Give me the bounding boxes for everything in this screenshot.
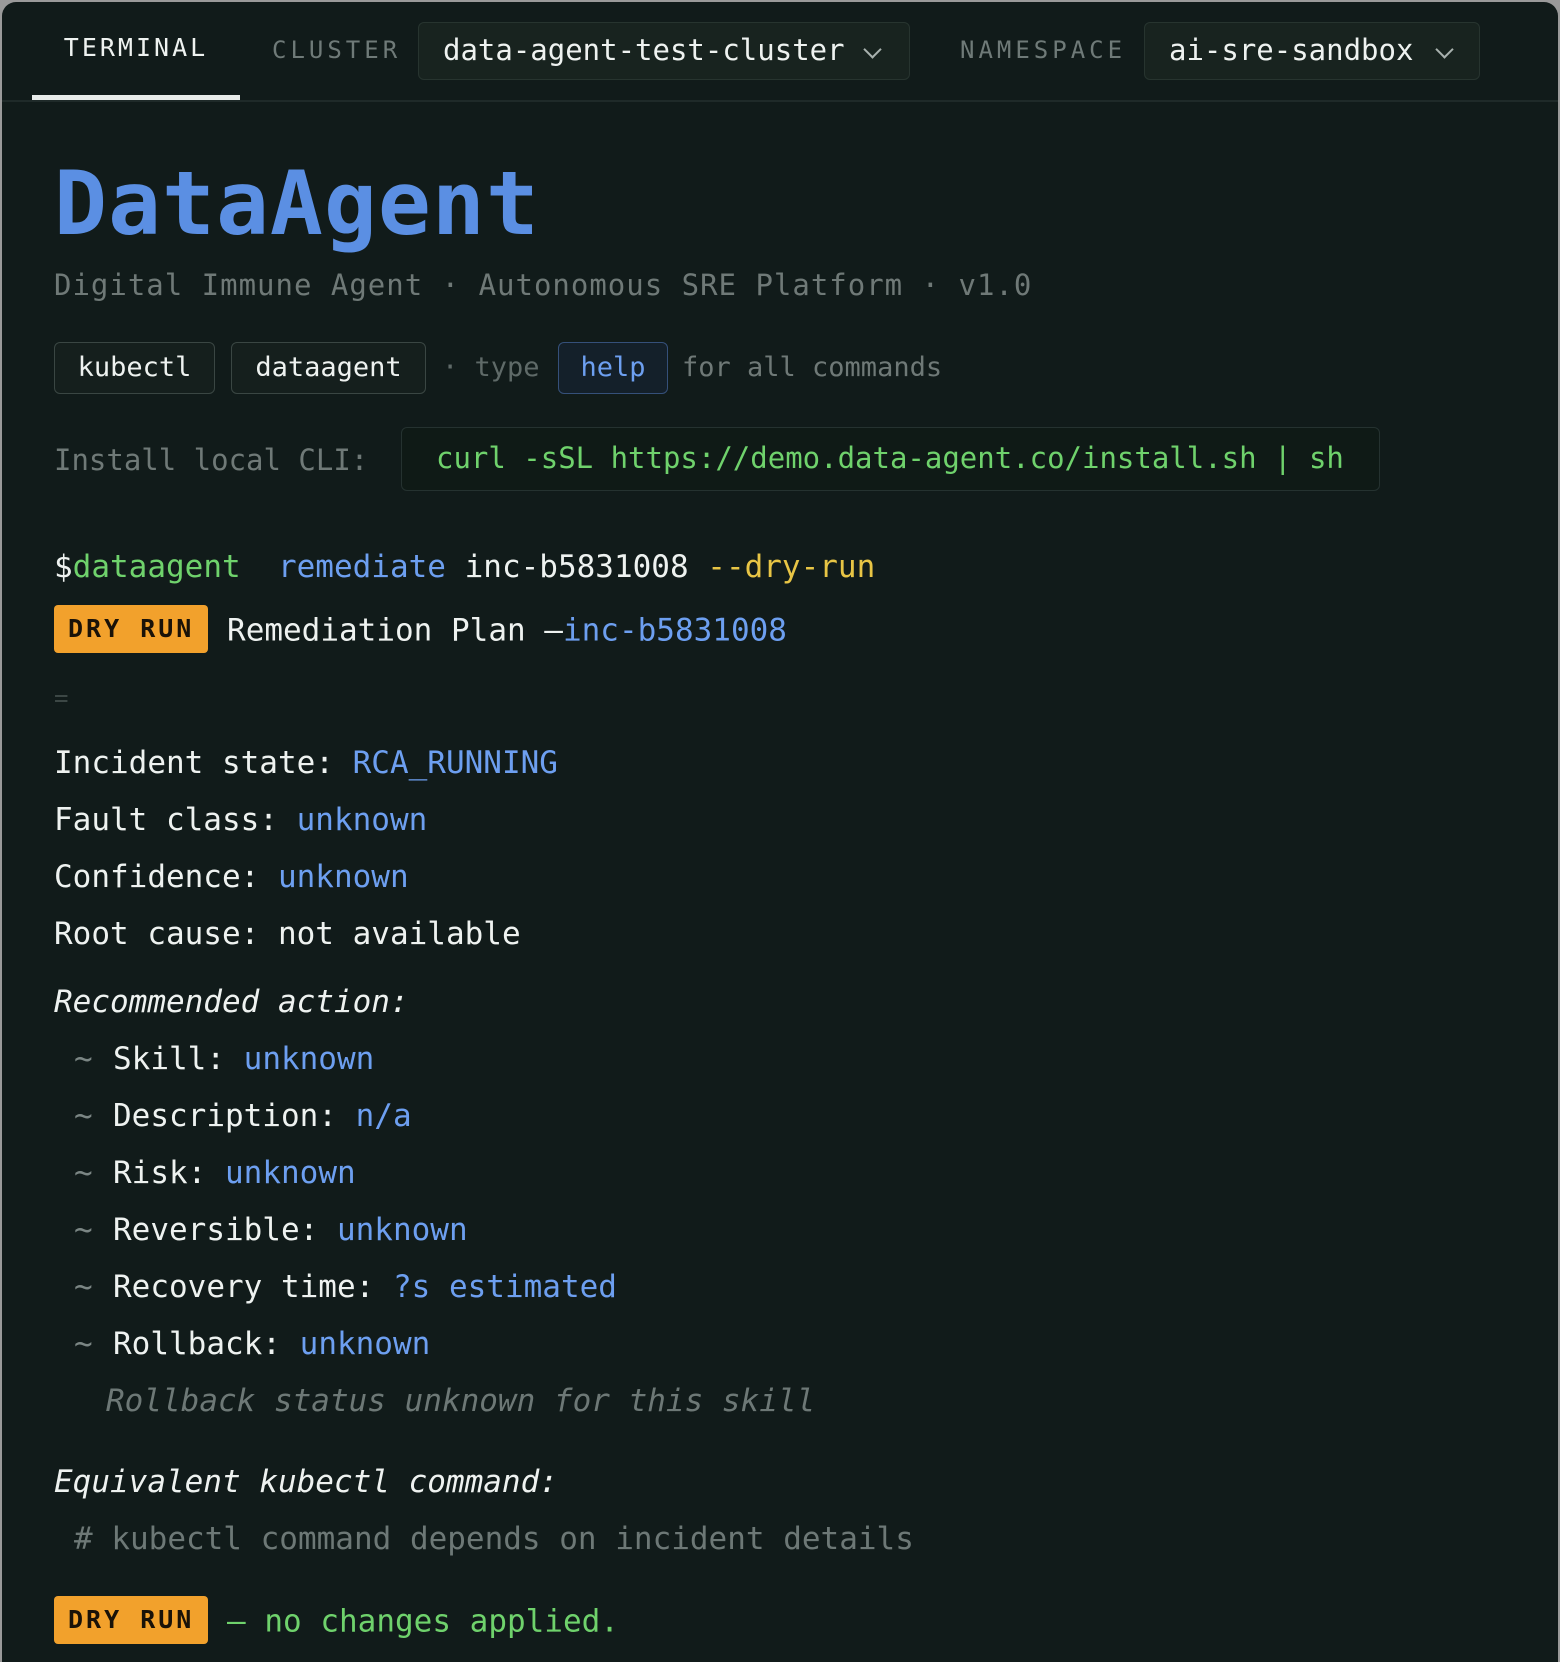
app-title: DataAgent [54,152,540,255]
recovery-row: ~ Recovery time: ?s estimated [54,1269,617,1305]
hint-prefix: · type [442,352,540,383]
fault-class-row: Fault class: unknown [54,802,427,838]
fault-class-value: unknown [296,802,428,838]
dry-run-badge: DRY RUN [54,605,209,653]
kubectl-comment: # kubectl command depends on incident de… [74,1521,914,1557]
cluster-select-value: data-agent-test-cluster [443,33,845,67]
tab-terminal[interactable]: TERMINAL [32,2,240,100]
top-bar: TERMINAL CLUSTER data-agent-test-cluster… [2,2,1558,102]
rollback-row: ~ Rollback: unknown [54,1326,430,1362]
rollback-note: Rollback status unknown for this skill [106,1383,816,1419]
terminal-window: TERMINAL CLUSTER data-agent-test-cluster… [2,2,1558,1662]
namespace-select[interactable]: ai-sre-sandbox [1144,22,1480,80]
description-label: Description: [113,1098,337,1134]
recovery-value: ?s estimated [392,1269,617,1305]
reversible-row: ~ Reversible: unknown [54,1212,468,1248]
chip-help[interactable]: help [558,342,668,394]
chevron-down-icon [1435,40,1454,59]
plan-heading: DRY RUN Remediation Plan —inc-b5831008 [54,605,787,656]
plan-title: Remediation Plan — [227,612,563,649]
risk-row: ~ Risk: unknown [54,1155,356,1191]
app-subtitle: Digital Immune Agent · Autonomous SRE Pl… [54,268,1033,302]
skill-row: ~ Skill: unknown [54,1041,374,1077]
namespace-label: NAMESPACE [960,36,1127,64]
reversible-value: unknown [336,1212,468,1248]
root-cause-value: not available [277,916,521,952]
root-cause-row: Root cause: not available [54,916,521,952]
command-incident: inc-b5831008 [464,549,689,585]
rollback-label: Rollback: [113,1326,281,1362]
chip-dataagent[interactable]: dataagent [231,342,426,394]
tilde-bullet: ~ [74,1098,93,1134]
confidence-row: Confidence: unknown [54,859,409,895]
tilde-bullet: ~ [74,1326,93,1362]
root-cause-label: Root cause: [54,916,260,952]
command-binary: dataagent [72,549,241,585]
plan-incident: inc-b5831008 [562,612,787,649]
cluster-select[interactable]: data-agent-test-cluster [418,22,910,80]
divider: = [54,684,69,712]
description-row: ~ Description: n/a [54,1098,412,1134]
tilde-bullet: ~ [74,1041,93,1077]
confidence-value: unknown [277,859,409,895]
dry-run-badge: DRY RUN [54,1596,209,1644]
skill-label: Skill: [113,1041,225,1077]
install-command[interactable]: curl -sSL https://demo.data-agent.co/ins… [401,427,1380,491]
prompt-symbol: $ [54,549,73,585]
hint-suffix: for all commands [682,352,943,383]
recommended-heading: Recommended action: [54,984,409,1020]
risk-label: Risk: [113,1155,207,1191]
tilde-bullet: ~ [74,1155,93,1191]
incident-state-value: RCA_RUNNING [352,745,558,781]
chip-kubectl[interactable]: kubectl [54,342,215,394]
command-line: $dataagent remediate inc-b5831008 --dry-… [54,549,875,585]
description-value: n/a [355,1098,412,1134]
footer-row: DRY RUN — no changes applied. [54,1596,619,1647]
install-label: Install local CLI: [54,443,369,477]
cluster-label: CLUSTER [272,36,402,64]
fault-class-label: Fault class: [54,802,278,838]
incident-state-row: Incident state: RCA_RUNNING [54,745,558,781]
recovery-label: Recovery time: [113,1269,375,1305]
command-subcommand: remediate [277,549,446,585]
skill-value: unknown [243,1041,375,1077]
rollback-value: unknown [299,1326,431,1362]
risk-value: unknown [225,1155,356,1191]
tilde-bullet: ~ [74,1212,93,1248]
chevron-down-icon [863,40,882,59]
namespace-select-value: ai-sre-sandbox [1169,33,1414,67]
kubectl-heading: Equivalent kubectl command: [54,1464,558,1500]
confidence-label: Confidence: [54,859,260,895]
footer-text: — no changes applied. [227,1603,619,1640]
command-flag: --dry-run [707,549,876,585]
tilde-bullet: ~ [74,1269,93,1305]
incident-state-label: Incident state: [54,745,334,781]
reversible-label: Reversible: [113,1212,319,1248]
